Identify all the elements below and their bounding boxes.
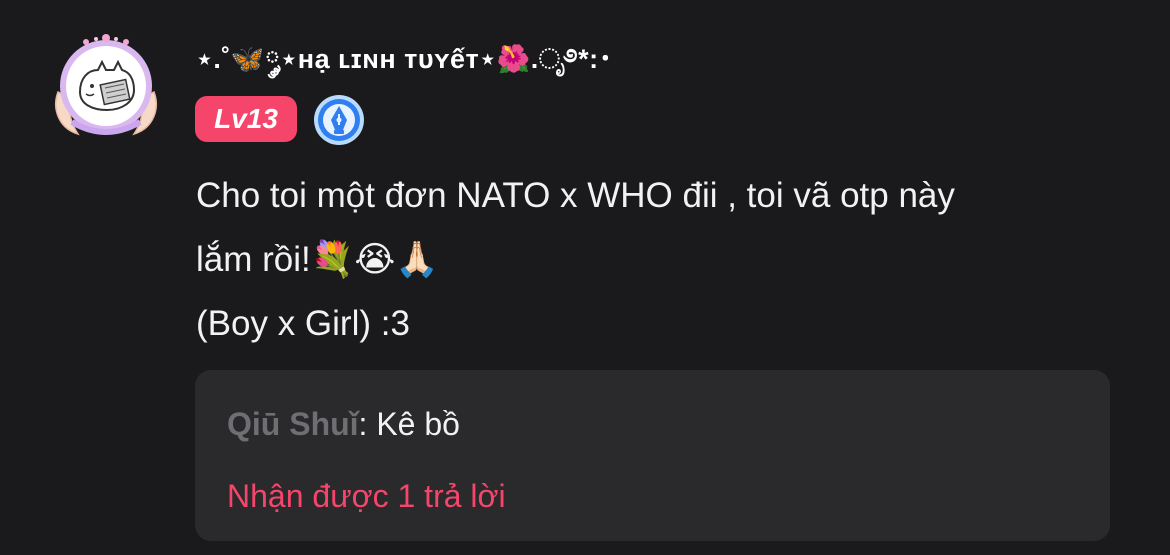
cat-avatar-icon [55,34,157,136]
message-line: (Boy x Girl) :3 [196,304,410,343]
user-avatar[interactable] [50,30,162,142]
reply-separator: : [358,406,377,442]
view-replies-link[interactable]: Nhận được 1 trả lời [227,476,506,516]
post-message: Cho toi một đơn NATO x WHO đii , toi vã … [196,164,1096,356]
reply-item[interactable]: Qiū Shuǐ: Kê bồ [227,404,460,444]
reply-author[interactable]: Qiū Shuǐ [227,406,359,442]
level-badge: Lv13 [195,96,297,142]
username[interactable]: ⋆.˚🦋༘⋆ʜạ ʟɪɴʜ ᴛᴜʏếᴛ⋆🌺.ೃ࿔*:･ [196,34,613,84]
message-line: Cho toi một đơn NATO x WHO đii , toi vã … [196,176,955,215]
reply-preview[interactable]: Qiū Shuǐ: Kê bồ Nhận được 1 trả lời [195,370,1110,541]
reply-text: Kê bồ [376,406,460,442]
fountain-pen-icon [313,94,365,146]
message-line: lắm rồi!💐😭🙏🏻 [196,240,439,279]
